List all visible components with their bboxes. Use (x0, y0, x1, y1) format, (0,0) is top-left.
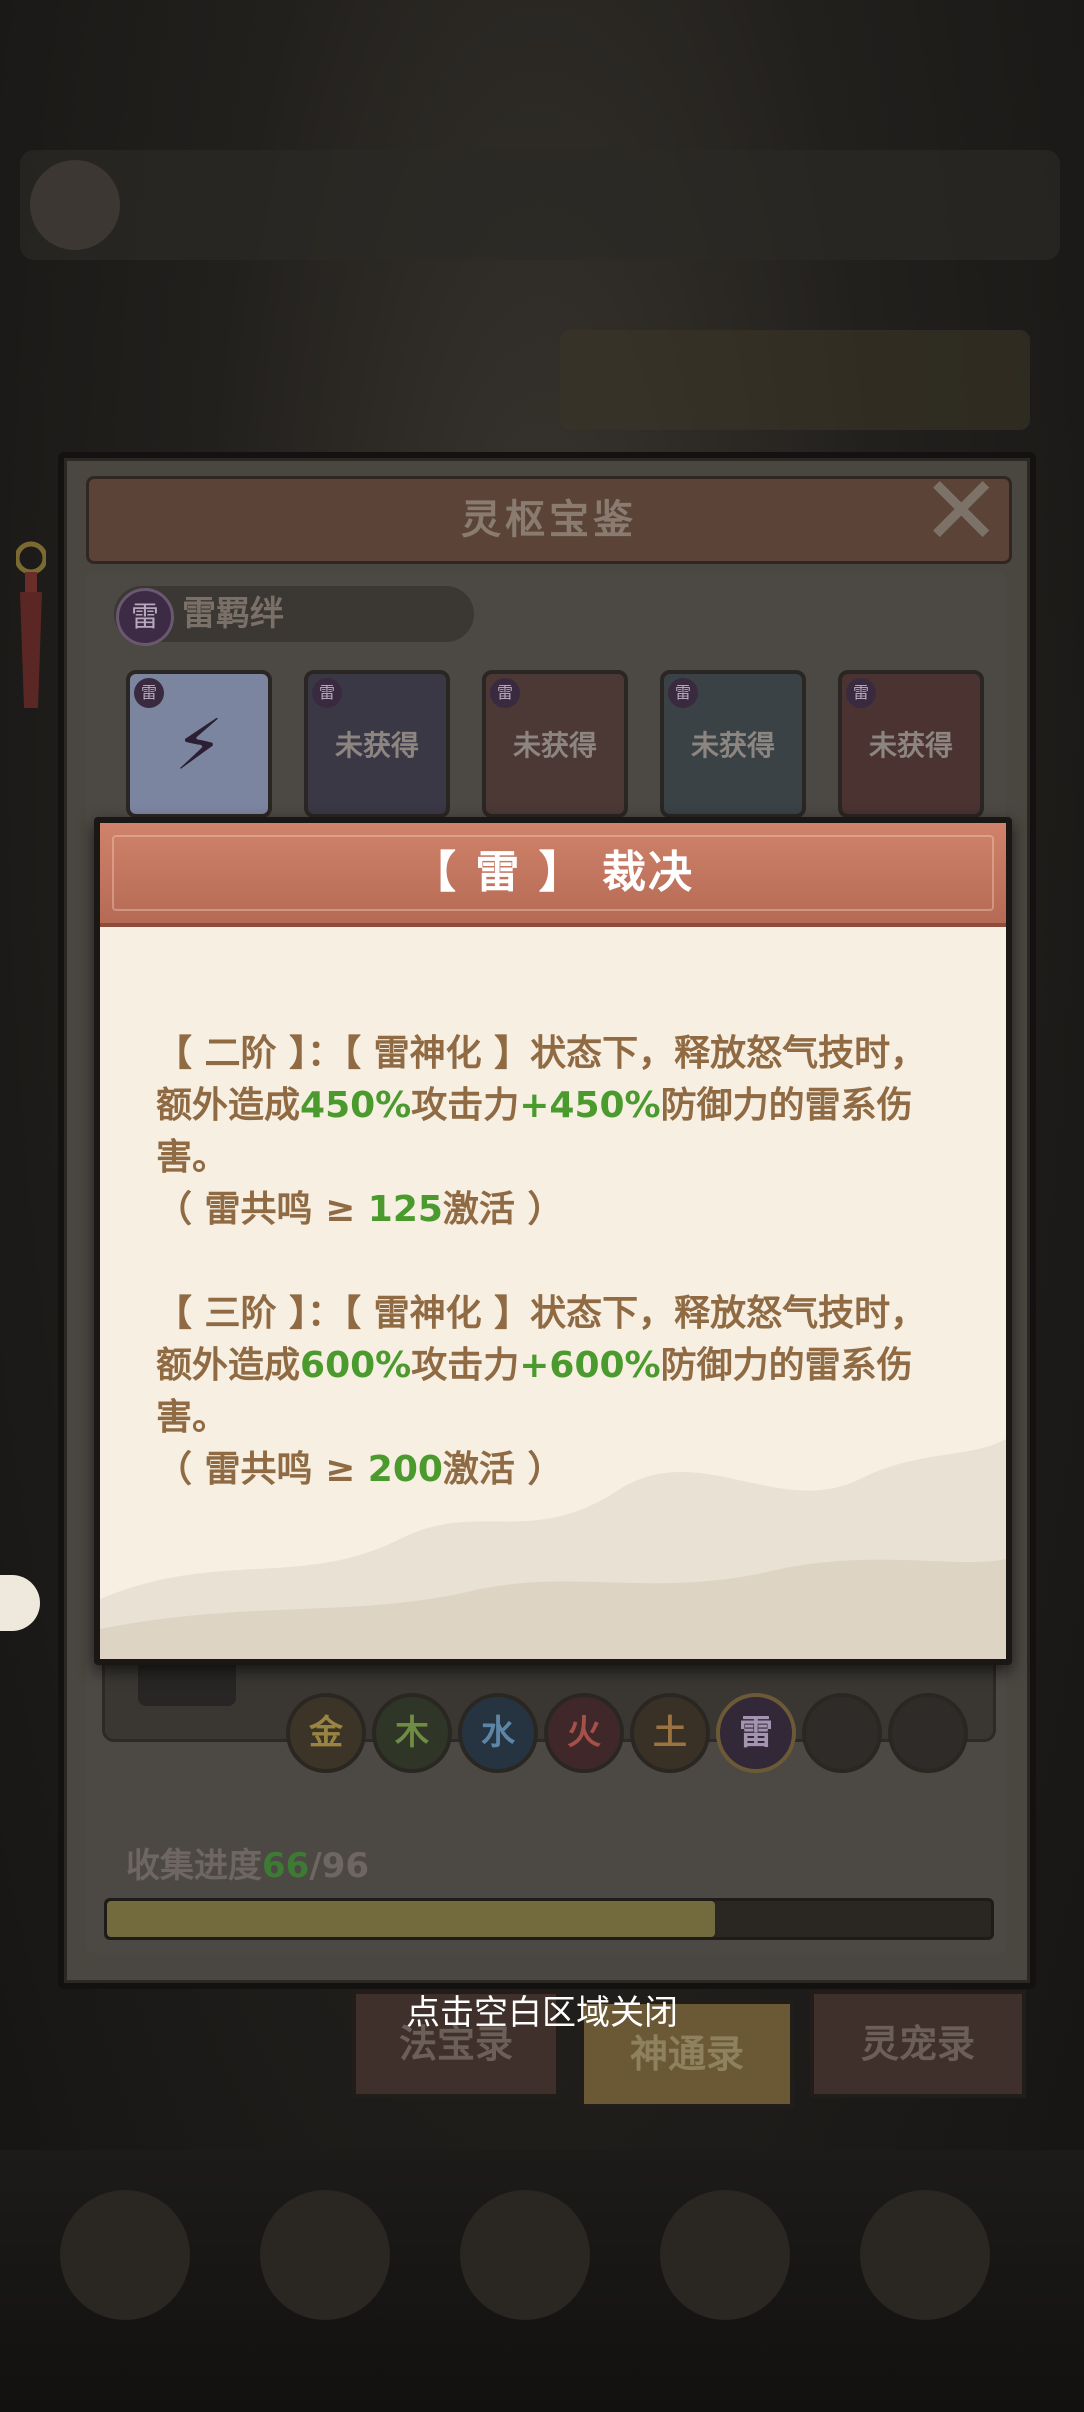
background-avatar (30, 160, 120, 250)
tier-2-condition: （ 雷共鸣 ≥ 125激活 ） (156, 1189, 564, 1230)
skill-card-1[interactable]: 雷 ⚡ (126, 670, 272, 818)
filter-wood-button[interactable]: 木 (372, 1693, 452, 1773)
filter-empty-slot (888, 1693, 968, 1773)
collection-progress-label: 收集进度66/96 (126, 1846, 370, 1886)
filter-water-button[interactable]: 水 (458, 1693, 538, 1773)
tassel-icon (16, 541, 46, 708)
card-status: 未获得 (334, 729, 419, 762)
filter-metal-button[interactable]: 金 (286, 1693, 366, 1773)
thunder-badge-icon: 雷 (846, 678, 876, 708)
filter-fire-button[interactable]: 火 (544, 1693, 624, 1773)
filter-empty-slot (802, 1693, 882, 1773)
popup-header: 【 雷 】 裁决 (100, 823, 1006, 927)
thunder-spirit-icon: ⚡ (174, 704, 224, 786)
popup-description: 【 二阶 】：【 雷神化 】状态下，释放怒气技时，额外造成450%攻击力+450… (156, 1028, 958, 1496)
tier-3-text: 【 三阶 】：【 雷神化 】状态下，释放怒气技时，额外造成600%攻击力+600… (156, 1293, 927, 1438)
filter-thunder-button[interactable]: 雷 (716, 1693, 796, 1773)
tier-2-text: 【 二阶 】：【 雷神化 】状态下，释放怒气技时，额外造成450%攻击力+450… (156, 1033, 927, 1178)
book-title: 灵枢宝鉴 (461, 497, 637, 543)
background-bottom-bar (0, 2150, 1084, 2412)
skill-card-3[interactable]: 雷 未获得 (482, 670, 628, 818)
thunder-badge-icon: 雷 (668, 678, 698, 708)
skill-card-5[interactable]: 雷 未获得 (838, 670, 984, 818)
thunder-badge-icon: 雷 (312, 678, 342, 708)
bond-name: 雷羁绊 (182, 594, 284, 634)
card-status: 未获得 (512, 729, 597, 762)
thunder-badge-icon: 雷 (490, 678, 520, 708)
card-status: 未获得 (868, 729, 953, 762)
collection-progress-fill (107, 1901, 715, 1937)
close-hint[interactable]: 点击空白区域关闭 (0, 1985, 1084, 2034)
background-banner (560, 330, 1030, 430)
skill-card-4[interactable]: 雷 未获得 (660, 670, 806, 818)
thunder-badge-icon: 雷 (116, 588, 174, 646)
collection-progress-bar (104, 1898, 994, 1940)
filter-earth-button[interactable]: 土 (630, 1693, 710, 1773)
card-status: 未获得 (690, 729, 775, 762)
book-header: 灵枢宝鉴 ✕ (86, 463, 1012, 564)
background-top-bar (20, 150, 1060, 260)
popup-title: 【 雷 】 裁决 (412, 847, 694, 898)
skill-card-2[interactable]: 雷 未获得 (304, 670, 450, 818)
close-icon[interactable]: ✕ (921, 463, 1001, 559)
tier-3-condition: （ 雷共鸣 ≥ 200激活 ） (156, 1449, 564, 1490)
skill-detail-popup[interactable]: 【 雷 】 裁决 【 二阶 】：【 雷神化 】状态下，释放怒气技时，额外造成45… (94, 817, 1012, 1665)
